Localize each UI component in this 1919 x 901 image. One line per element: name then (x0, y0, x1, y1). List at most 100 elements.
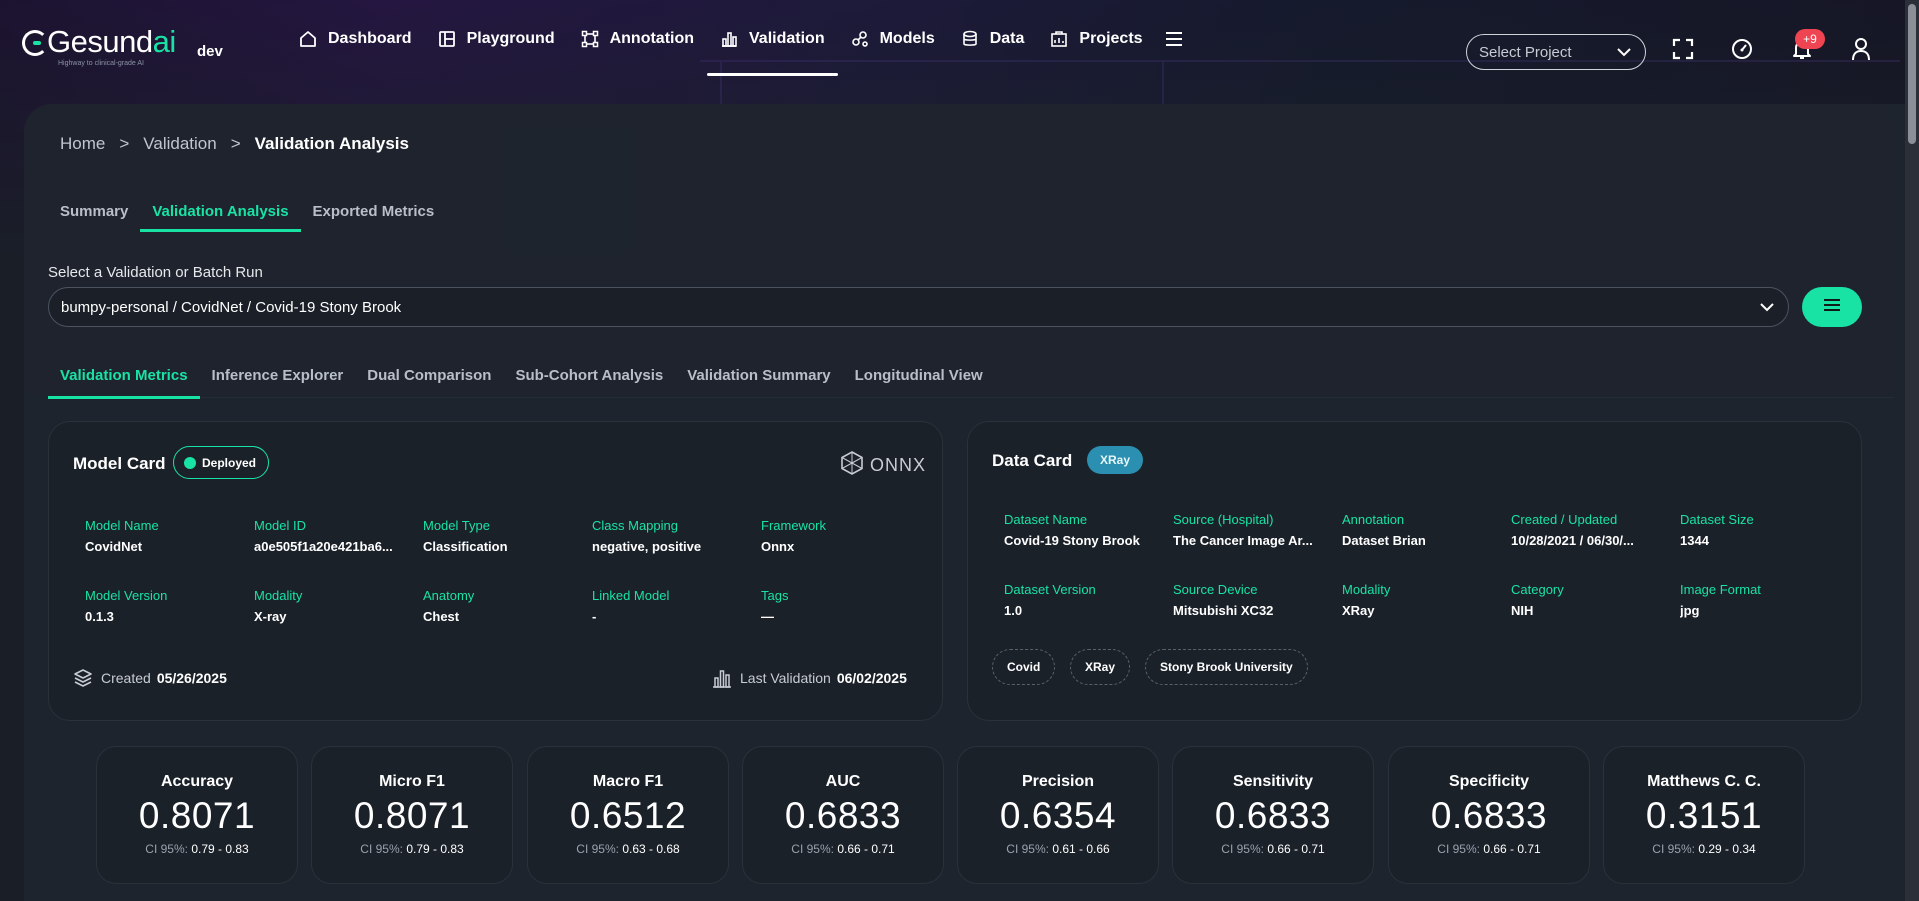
tab-validation-analysis[interactable]: Validation Analysis (140, 190, 301, 232)
model-field: Model ID a0e505f1a20e421ba6... (254, 518, 414, 554)
list-menu-icon (1823, 298, 1841, 317)
run-select[interactable]: bumpy-personal / CovidNet / Covid-19 Sto… (48, 287, 1789, 327)
tab-inference-explorer[interactable]: Inference Explorer (200, 352, 356, 398)
framework-logo-text: ONNX (870, 455, 927, 475)
metric-ci-label: CI 95%: (1221, 842, 1264, 856)
nav-more-menu[interactable] (1156, 0, 1204, 78)
model-field: Anatomy Chest (423, 588, 583, 624)
metric-ci: CI 95%: 0.79 - 0.83 (97, 842, 297, 856)
tab-dual-comparison[interactable]: Dual Comparison (355, 352, 503, 398)
field-value: X-ray (254, 609, 287, 624)
page-tabs: Summary Validation Analysis Exported Met… (48, 190, 446, 232)
field-label: Image Format (1680, 582, 1761, 597)
nav-playground[interactable]: Playground (425, 0, 568, 78)
metric-ci-label: CI 95%: (576, 842, 619, 856)
page-title: Validation Analysis (254, 134, 409, 153)
data-field: Category NIH (1511, 582, 1671, 618)
metric-card-specificity: Specificity 0.6833 CI 95%: 0.66 - 0.71 (1388, 746, 1590, 884)
field-label: Source Device (1173, 582, 1258, 597)
field-label: Modality (1342, 582, 1391, 597)
tab-validation-summary[interactable]: Validation Summary (675, 352, 842, 398)
scrollbar-thumb[interactable] (1908, 4, 1916, 144)
fullscreen-button[interactable] (1670, 38, 1696, 64)
metric-value: 0.6512 (569, 795, 687, 836)
created-value: 05/26/2025 (156, 670, 227, 686)
status-dot-icon (184, 456, 196, 469)
metric-name: Precision (1021, 773, 1095, 790)
nav-models-label: Models (879, 30, 935, 47)
run-options-button[interactable] (1802, 287, 1862, 327)
field-label: Model Name (85, 518, 159, 533)
tab-exported-metrics[interactable]: Exported Metrics (301, 190, 447, 232)
user-profile-button[interactable] (1848, 37, 1874, 66)
user-icon (1850, 37, 1872, 66)
nav-annotation[interactable]: Annotation (568, 0, 707, 78)
metric-name: Accuracy (160, 773, 234, 790)
breadcrumb-home[interactable]: Home (60, 134, 105, 154)
nav-dashboard[interactable]: Dashboard (286, 0, 425, 78)
breadcrumb-separator: > (230, 134, 241, 153)
created-date: Created 05/26/2025 (73, 668, 227, 688)
status-badge-label: Deployed (202, 455, 257, 470)
logo-prefix: Gesund (47, 24, 153, 59)
dataset-tag[interactable]: Stony Brook University (1145, 649, 1308, 685)
metric-name: Matthews C. C. (1647, 773, 1761, 790)
field-value: Chest (423, 609, 460, 624)
dataset-tag[interactable]: XRay (1070, 649, 1131, 685)
metric-name: Micro F1 (379, 773, 445, 790)
metric-card-macro-f1: Macro F1 0.6512 CI 95%: 0.63 - 0.68 (527, 746, 729, 884)
nav-validation[interactable]: Validation (707, 0, 838, 78)
nav-models[interactable]: Models (838, 0, 948, 78)
projects-icon (1050, 30, 1068, 48)
field-value: CovidNet (85, 539, 143, 554)
logo-suffix: ai (152, 24, 177, 59)
metric-ci: CI 95%: 0.66 - 0.71 (1173, 842, 1373, 856)
field-label: Model Version (85, 588, 168, 603)
metric-ci-label: CI 95%: (791, 842, 834, 856)
nav-data[interactable]: Data (948, 0, 1038, 78)
breadcrumb-validation[interactable]: Validation (143, 134, 216, 154)
metric-card-precision: Precision 0.6354 CI 95%: 0.61 - 0.66 (957, 746, 1159, 884)
tab-summary[interactable]: Summary (48, 190, 140, 232)
field-label: Framework (761, 518, 827, 533)
page-scrollbar[interactable] (1905, 0, 1919, 901)
field-label: Dataset Size (1680, 512, 1754, 527)
metric-value: 0.6833 (1214, 795, 1332, 836)
metric-ci: CI 95%: 0.29 - 0.34 (1604, 842, 1804, 856)
created-label: Created (101, 670, 151, 686)
metric-name: Sensitivity (1232, 773, 1314, 790)
data-field: Source (Hospital) The Cancer Image Ar... (1173, 512, 1333, 548)
metric-card-accuracy: Accuracy 0.8071 CI 95%: 0.79 - 0.83 (96, 746, 298, 884)
logo-mark-icon (22, 30, 48, 56)
performance-button[interactable] (1729, 38, 1755, 64)
nav-data-label: Data (989, 30, 1025, 47)
tab-longitudinal-view[interactable]: Longitudinal View (843, 352, 995, 398)
metric-ci-value: 0.79 - 0.83 (191, 842, 249, 856)
metric-ci-label: CI 95%: (1006, 842, 1049, 856)
project-select[interactable]: Select Project (1466, 34, 1646, 70)
nav-projects[interactable]: Projects (1037, 0, 1155, 78)
metric-ci: CI 95%: 0.61 - 0.66 (958, 842, 1158, 856)
model-field: Model Type Classification (423, 518, 583, 554)
logo[interactable]: Gesund ai Highway to clinical-grade AI (22, 26, 176, 74)
field-label: Category (1511, 582, 1564, 597)
data-field: Dataset Size 1344 (1680, 512, 1840, 548)
data-field: Image Format jpg (1680, 582, 1840, 618)
bar-chart-icon (712, 668, 732, 688)
analysis-tabs: Validation Metrics Inference Explorer Du… (48, 352, 1894, 399)
tab-validation-metrics[interactable]: Validation Metrics (48, 352, 200, 399)
metric-ci-value: 0.66 - 0.71 (1483, 842, 1541, 856)
logo-wordmark: Gesund ai (22, 26, 176, 57)
field-value: XRay (1342, 603, 1375, 618)
model-field: Modality X-ray (254, 588, 414, 624)
field-label: Created / Updated (1511, 512, 1618, 527)
tab-sub-cohort-analysis[interactable]: Sub-Cohort Analysis (503, 352, 675, 398)
metric-ci: CI 95%: 0.66 - 0.71 (1389, 842, 1589, 856)
dataset-tag[interactable]: Covid (992, 649, 1056, 685)
layers-icon (73, 668, 93, 688)
field-value: Onnx (761, 539, 795, 554)
data-card-title: Data Card (992, 451, 1073, 470)
metric-ci-value: 0.66 - 0.71 (1267, 842, 1325, 856)
model-field: Linked Model - (592, 588, 752, 624)
annotation-icon (581, 30, 599, 48)
